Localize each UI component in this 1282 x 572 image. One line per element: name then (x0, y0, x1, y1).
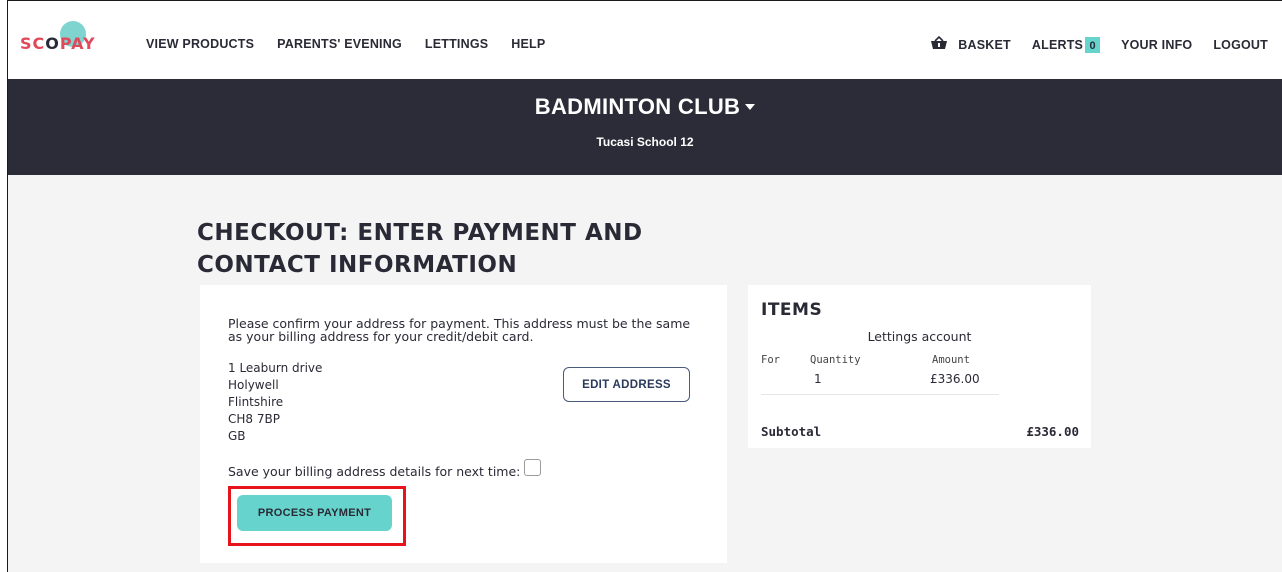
edit-address-button[interactable]: EDIT ADDRESS (563, 367, 690, 402)
club-selector[interactable]: BADMINTON CLUB (8, 94, 1282, 120)
col-quantity-header: Quantity (810, 354, 861, 366)
subtotal-label: Subtotal (761, 424, 822, 439)
nav-help[interactable]: HELP (511, 37, 545, 51)
app-window: SCOPAY VIEW PRODUCTS PARENTS' EVENING LE… (7, 0, 1282, 572)
payment-card: Please confirm your address for payment.… (200, 285, 727, 563)
nav-your-info[interactable]: YOUR INFO (1121, 38, 1192, 52)
nav-lettings[interactable]: LETTINGS (425, 37, 488, 51)
logo-text: SCOPAY (20, 34, 96, 53)
save-billing-label: Save your billing address details for ne… (228, 464, 521, 479)
billing-address: 1 Leaburn drive Holywell Flintshire CH8 … (228, 360, 322, 445)
item-quantity: 1 (814, 372, 822, 386)
top-navigation: SCOPAY VIEW PRODUCTS PARENTS' EVENING LE… (8, 1, 1282, 79)
address-line: CH8 7BP (228, 412, 280, 426)
col-amount-header: Amount (932, 354, 970, 366)
save-billing-checkbox[interactable] (524, 459, 542, 476)
items-divider (761, 394, 999, 395)
basket-icon (931, 36, 948, 49)
address-line: Flintshire (228, 395, 284, 409)
nav-view-products[interactable]: VIEW PRODUCTS (146, 37, 254, 51)
address-line: 1 Leaburn drive (228, 361, 323, 375)
address-line: GB (228, 429, 246, 443)
item-name: Lettings account (867, 329, 972, 344)
scopay-logo[interactable]: SCOPAY (20, 21, 110, 59)
club-banner: BADMINTON CLUB Tucasi School 12 (8, 79, 1282, 175)
col-for-header: For (761, 354, 780, 366)
school-name: Tucasi School 12 (596, 135, 694, 149)
primary-nav: VIEW PRODUCTS PARENTS' EVENING LETTINGS … (146, 37, 545, 51)
account-nav: BASKET ALERTS 0 YOUR INFO LOGOUT (930, 36, 1268, 53)
caret-down-icon (745, 104, 756, 110)
items-card: ITEMS Lettings account For Quantity Amou… (748, 285, 1091, 448)
nav-parents-evening[interactable]: PARENTS' EVENING (277, 37, 402, 51)
club-title: BADMINTON CLUB (534, 94, 741, 119)
subtotal-value: £336.00 (1026, 424, 1079, 439)
nav-alerts-label: ALERTS (1031, 38, 1084, 52)
nav-alerts[interactable]: ALERTS 0 (1031, 37, 1101, 53)
page-title: CHECKOUT: ENTER PAYMENT AND CONTACT INFO… (197, 220, 643, 278)
save-billing-row: Save your billing address details for ne… (228, 459, 542, 480)
nav-basket-label: BASKET (958, 38, 1011, 52)
item-amount: £336.00 (930, 372, 980, 386)
confirm-address-text: Please confirm your address for payment.… (228, 316, 691, 344)
address-line: Holywell (228, 378, 279, 392)
nav-logout[interactable]: LOGOUT (1213, 38, 1268, 52)
nav-basket[interactable]: BASKET (930, 36, 1011, 52)
process-payment-button[interactable]: PROCESS PAYMENT (237, 495, 392, 531)
items-title: ITEMS (761, 300, 823, 320)
alerts-count-badge: 0 (1085, 37, 1101, 53)
